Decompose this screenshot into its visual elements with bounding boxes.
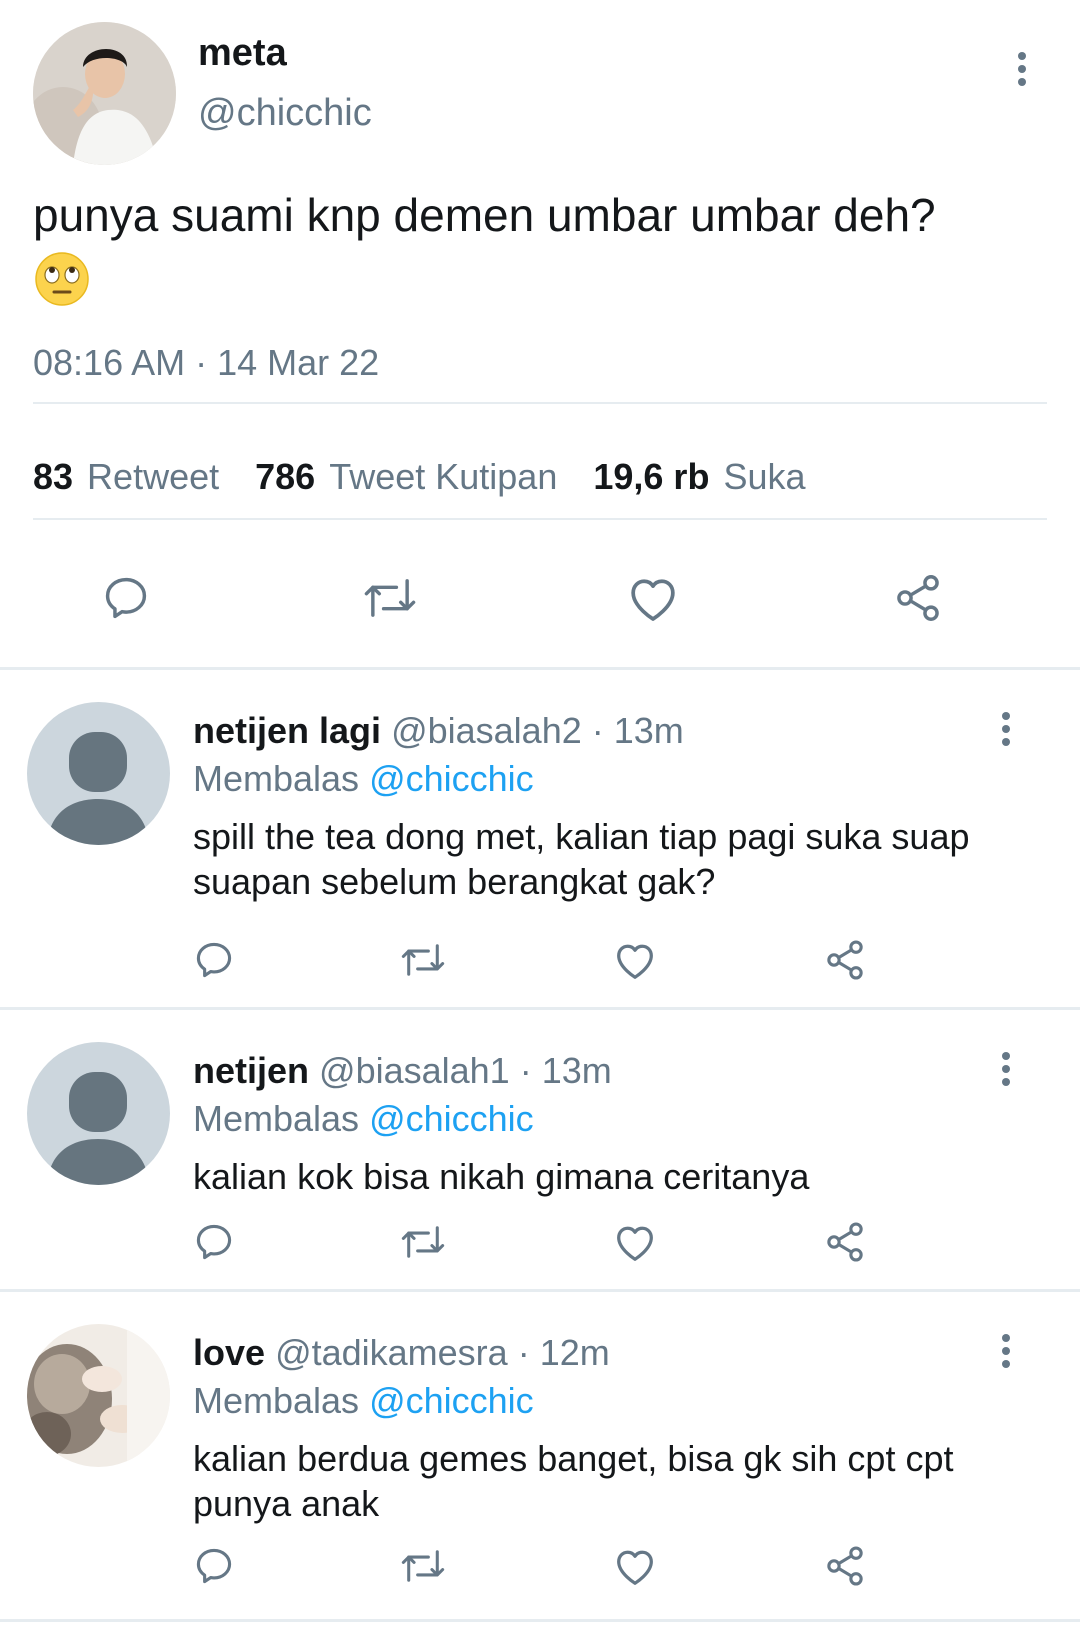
more-options-icon[interactable] (996, 1052, 1016, 1086)
share-icon[interactable] (822, 938, 868, 982)
quotes-count: 786 (255, 456, 316, 497)
retweets-count: 83 (33, 456, 74, 497)
more-options-icon[interactable] (1012, 52, 1032, 86)
retweet-icon[interactable] (398, 1220, 448, 1264)
reply-avatar-cat[interactable] (27, 1324, 170, 1467)
reply-actions (0, 1544, 1080, 1594)
divider (33, 518, 1047, 520)
reply-icon[interactable] (192, 938, 236, 982)
reply-header: love @tadikamesra · 12m (193, 1332, 610, 1374)
reply-time: · 13m (591, 710, 684, 751)
replying-prefix: Membalas (193, 758, 360, 799)
reply-text: kalian berdua gemes banget, bisa gk sih … (193, 1438, 954, 1524)
reply-icon[interactable] (192, 1544, 236, 1588)
like-icon[interactable] (612, 938, 658, 982)
like-icon[interactable] (612, 1544, 658, 1588)
main-tweet: meta @chicchic punya suami knp demen umb… (0, 0, 1080, 670)
reply-author-handle[interactable]: @tadikamesra (275, 1332, 508, 1373)
default-avatar-icon[interactable] (27, 1042, 170, 1185)
tweet-stats: 83 Retweet 786 Tweet Kutipan 19,6 rb Suk… (33, 456, 842, 498)
retweet-icon[interactable] (398, 1544, 448, 1588)
like-icon[interactable] (625, 572, 681, 624)
quotes-stat[interactable]: 786 Tweet Kutipan (255, 456, 557, 498)
reply-text: spill the tea dong met, kalian tiap pagi… (193, 816, 970, 902)
reply-tweet[interactable]: netijen @biasalah1 · 13m Membalas @chicc… (0, 1010, 1080, 1292)
author-name[interactable]: meta (198, 32, 287, 75)
reply-time: · 13m (519, 1050, 612, 1091)
likes-count: 19,6 rb (593, 456, 710, 497)
replying-prefix: Membalas (193, 1380, 360, 1421)
default-avatar-icon[interactable] (27, 702, 170, 845)
author-avatar[interactable] (33, 22, 176, 165)
reply-header: netijen lagi @biasalah2 · 13m (193, 710, 684, 752)
replying-to: Membalas @chicchic (193, 1380, 534, 1422)
retweets-stat[interactable]: 83 Retweet (33, 456, 219, 498)
replying-to: Membalas @chicchic (193, 758, 534, 800)
like-icon[interactable] (612, 1220, 658, 1264)
share-icon[interactable] (890, 572, 946, 624)
reply-actions (0, 1220, 1080, 1270)
likes-label: Suka (723, 456, 806, 497)
divider (33, 402, 1047, 404)
reply-author-handle[interactable]: @biasalah1 (319, 1050, 510, 1091)
author-handle[interactable]: @chicchic (198, 92, 372, 135)
reply-author-name[interactable]: netijen lagi (193, 710, 381, 751)
reply-author-name[interactable]: netijen (193, 1050, 309, 1091)
more-options-icon[interactable] (996, 712, 1016, 746)
tweet-text: punya suami knp demen umbar umbar deh? (33, 186, 1043, 308)
tweet-text-content: punya suami knp demen umbar umbar deh? (33, 189, 936, 241)
reply-tweet[interactable]: love @tadikamesra · 12m Membalas @chicch… (0, 1292, 1080, 1622)
replying-mention[interactable]: @chicchic (369, 1098, 534, 1139)
more-options-icon[interactable] (996, 1334, 1016, 1368)
reply-author-handle[interactable]: @biasalah2 (391, 710, 582, 751)
likes-stat[interactable]: 19,6 rb Suka (593, 456, 805, 498)
reply-author-name[interactable]: love (193, 1332, 265, 1373)
tweet-timestamp: 08:16 AM · 14 Mar 22 (33, 342, 380, 383)
replying-mention[interactable]: @chicchic (369, 758, 534, 799)
reply-text: kalian kok bisa nikah gimana ceritanya (193, 1156, 810, 1197)
replying-to: Membalas @chicchic (193, 1098, 534, 1140)
eye-roll-emoji (33, 250, 91, 308)
reply-time: · 12m (517, 1332, 610, 1373)
share-icon[interactable] (822, 1220, 868, 1264)
retweet-icon[interactable] (398, 938, 448, 982)
quotes-label: Tweet Kutipan (329, 456, 558, 497)
reply-actions (0, 938, 1080, 988)
replying-prefix: Membalas (193, 1098, 360, 1139)
reply-icon[interactable] (192, 1220, 236, 1264)
replying-mention[interactable]: @chicchic (369, 1380, 534, 1421)
retweets-label: Retweet (87, 456, 220, 497)
reply-tweet[interactable]: netijen lagi @biasalah2 · 13m Membalas @… (0, 670, 1080, 1010)
retweet-icon[interactable] (360, 572, 420, 624)
reply-header: netijen @biasalah1 · 13m (193, 1050, 612, 1092)
share-icon[interactable] (822, 1544, 868, 1588)
tweet-actions (0, 572, 1080, 634)
reply-icon[interactable] (100, 572, 152, 624)
